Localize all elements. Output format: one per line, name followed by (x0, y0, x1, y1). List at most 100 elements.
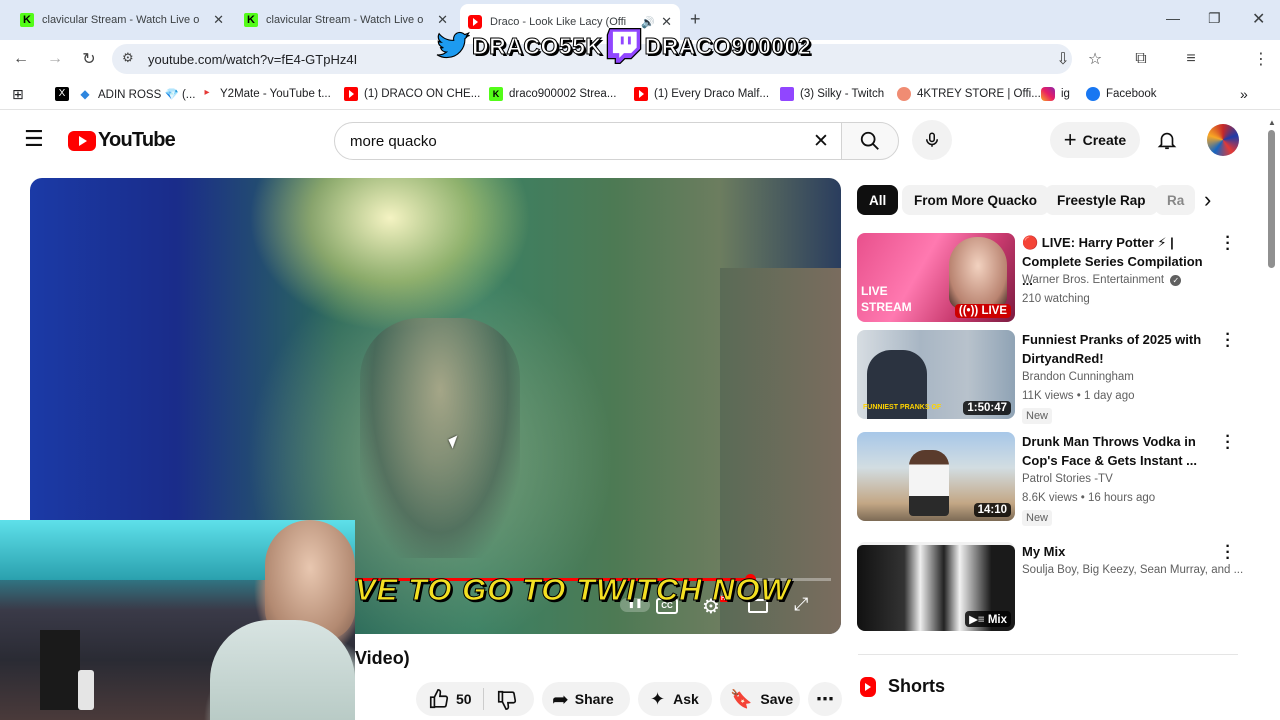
chips-next-chevron-icon[interactable]: › (1204, 187, 1211, 213)
bookmark-facebook[interactable]: Facebook (1086, 86, 1157, 102)
share-label: Share (574, 691, 614, 707)
tab-search-icon[interactable]: ⧉ (1130, 48, 1152, 70)
video-thumbnail[interactable]: ▶≡ Mix (857, 542, 1015, 631)
video-title[interactable]: Drunk Man Throws Vodka in Cop's Face & G… (1022, 432, 1212, 470)
save-button[interactable]: 🔖 Save (720, 682, 800, 716)
chip-from-more-quacko[interactable]: From More Quacko (902, 185, 1050, 215)
thumbnail-text: FUNNIEST PRANKS OF (863, 404, 942, 411)
search-button[interactable] (841, 122, 899, 160)
ask-label: Ask (673, 691, 699, 707)
bookmark-silky-twitch[interactable]: (3) Silky - Twitch (780, 86, 884, 102)
youtube-logo-text: YouTube (98, 129, 176, 151)
bookmark-star-icon[interactable]: ☆ (1084, 48, 1106, 70)
twitter-handle: DRACO55K (472, 32, 603, 59)
fullscreen-icon[interactable]: ⤢ (794, 594, 808, 615)
thumbs-up-icon (429, 689, 449, 709)
search-input[interactable]: more quacko ✕ (334, 122, 842, 160)
bookmark-label: draco900002 Strea... (509, 88, 617, 100)
window-close-icon[interactable]: ✕ (1252, 9, 1265, 29)
bookmark-y2mate[interactable]: ▸ Y2Mate - YouTube t... (200, 86, 330, 102)
facebook-icon (1086, 87, 1100, 101)
mix-artists: Soulja Boy, Big Keezy, Sean Murray, and … (1022, 564, 1244, 576)
channel-name[interactable]: Brandon Cunningham (1022, 371, 1134, 383)
more-vert-icon[interactable]: · · · (1223, 539, 1233, 567)
media-control-icon[interactable]: ≡ (1180, 48, 1202, 70)
recommended-video-2[interactable]: FUNNIEST PRANKS OF 1:50:47 Funniest Pran… (857, 327, 1237, 424)
video-meta: 8.6K views • 16 hours ago (1022, 492, 1156, 504)
page-scrollbar[interactable] (1268, 130, 1275, 268)
bookmark-4ktrey-store[interactable]: 4KTREY STORE | Offi... (897, 86, 1041, 102)
more-actions-button[interactable]: ⋯ (808, 682, 842, 716)
video-burned-subtitle: VE TO GO TO TWITCH NOW (355, 572, 791, 608)
channel-name[interactable]: Patrol Stories -TV (1022, 473, 1113, 485)
bookmark-adin-ross[interactable]: ◆ ADIN ROSS 💎 (... (78, 86, 195, 102)
chip-all[interactable]: All (857, 185, 899, 215)
notifications-button[interactable] (1156, 128, 1178, 157)
bookmark-draco-on-che[interactable]: (1) DRACO ON CHE... (344, 86, 480, 102)
tab-title: clavicular Stream - Watch Live o (42, 14, 200, 26)
create-button[interactable]: + Create (1050, 122, 1140, 158)
minimize-icon[interactable]: — (1166, 10, 1180, 26)
shorts-heading: Shorts (860, 676, 945, 697)
video-title[interactable]: Funniest Pranks of 2025 with DirtyandRed… (1022, 330, 1212, 368)
plus-icon: + (1063, 127, 1077, 152)
scroll-up-icon[interactable]: ▲ (1268, 118, 1276, 127)
back-icon[interactable]: ← (10, 48, 32, 70)
thumbnail-face (949, 237, 1007, 309)
chip-freestyle-rap[interactable]: Freestyle Rap (1045, 185, 1158, 215)
install-app-icon[interactable]: ⇩ (1052, 48, 1074, 70)
video-title[interactable]: My Mix (1022, 542, 1212, 561)
new-badge: New (1022, 510, 1053, 526)
recommended-video-3[interactable]: 14:10 Drunk Man Throws Vodka in Cop's Fa… (857, 429, 1237, 526)
dislike-button[interactable] (496, 689, 518, 714)
close-tab-icon[interactable]: ✕ (213, 12, 224, 28)
more-bookmarks-icon[interactable]: » (1240, 86, 1248, 102)
tab-title: clavicular Stream - Watch Live o (266, 14, 424, 26)
forward-icon[interactable]: → (44, 48, 66, 70)
video-thumbnail[interactable]: LIVE STREAM ((•)) LIVE (857, 233, 1015, 322)
y2mate-icon: ▸ (204, 87, 210, 98)
bookmark-save-icon: 🔖 (730, 688, 753, 709)
clear-search-icon[interactable]: ✕ (813, 130, 829, 153)
browser-tab-1[interactable]: K clavicular Stream - Watch Live o ✕ (12, 6, 232, 34)
apps-icon[interactable]: ⊞ (12, 86, 24, 102)
video-thumbnail[interactable]: FUNNIEST PRANKS OF 1:50:47 (857, 330, 1015, 419)
instagram-icon (1041, 87, 1055, 101)
more-vert-icon[interactable]: · · · (1223, 327, 1233, 355)
bookmark-draco900002[interactable]: K draco900002 Strea... (489, 86, 616, 102)
more-vert-icon[interactable]: · · · (1223, 429, 1233, 457)
recommended-video-4[interactable]: ▶≡ Mix My Mix Soulja Boy, Big Keezy, Sea… (857, 539, 1243, 632)
twitch-handle: DRACO900002 (644, 32, 812, 59)
browser-menu-icon[interactable]: ⋮ (1250, 48, 1272, 70)
restore-icon[interactable]: ❐ (1208, 10, 1221, 27)
voice-search-button[interactable] (912, 120, 952, 160)
channel-name[interactable]: Warner Bros. Entertainment ✓ (1022, 274, 1182, 286)
recommended-video-1[interactable]: LIVE STREAM ((•)) LIVE 🔴 LIVE: Harry Pot… (857, 230, 1237, 323)
more-vert-icon[interactable]: · · · (1223, 230, 1233, 258)
chip-rap[interactable]: Ra (1155, 185, 1195, 215)
ask-button[interactable]: ✦ Ask (638, 682, 712, 716)
bookmark-ig[interactable]: ig (1041, 86, 1070, 102)
reload-icon[interactable]: ↻ (78, 48, 100, 70)
share-button[interactable]: ➦ Share (542, 682, 630, 716)
video-thumbnail[interactable]: 14:10 (857, 432, 1015, 521)
bookmark-label: ADIN ROSS 💎 (... (98, 89, 196, 101)
video-meta: 11K views • 1 day ago (1022, 390, 1135, 402)
youtube-icon (344, 87, 358, 101)
stream-handles-overlay: DRACO55K DRACO900002 (436, 26, 811, 66)
shorts-logo-icon (860, 676, 876, 697)
site-info-icon[interactable]: ⚙ (122, 50, 134, 66)
bookmark-label: (1) Every Draco Malf... (654, 88, 770, 100)
video-duration: 14:10 (973, 503, 1011, 517)
like-button[interactable] (428, 688, 450, 713)
youtube-play-icon (68, 130, 96, 151)
new-badge: New (1022, 408, 1053, 424)
thumbs-down-icon (497, 690, 517, 710)
bookmark-x[interactable]: X (55, 86, 75, 102)
account-avatar[interactable] (1207, 124, 1239, 156)
video-title: Video) (355, 648, 410, 668)
hamburger-menu-icon[interactable]: ☰ (24, 128, 44, 150)
bookmark-every-draco[interactable]: (1) Every Draco Malf... (634, 86, 769, 102)
youtube-logo[interactable]: YouTube (68, 129, 176, 152)
browser-tab-2[interactable]: K clavicular Stream - Watch Live o ✕ (236, 6, 456, 34)
